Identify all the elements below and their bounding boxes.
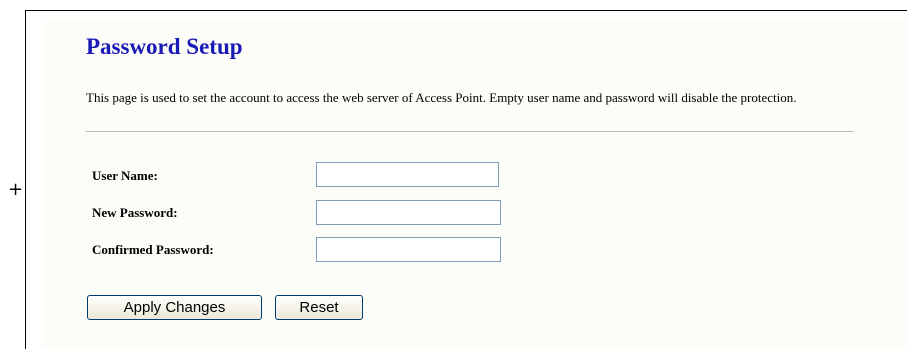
confirmed-password-label: Confirmed Password: (92, 242, 214, 257)
reset-button[interactable]: Reset (275, 295, 363, 320)
user-name-label: User Name: (92, 168, 158, 183)
section-divider (86, 131, 854, 132)
crosshair-cursor-icon: + (8, 179, 24, 200)
frame-top-border (25, 10, 907, 11)
new-password-label: New Password: (92, 205, 178, 220)
page-description: This page is used to set the account to … (86, 90, 797, 105)
frame-left-border (25, 10, 26, 349)
user-name-input[interactable] (316, 162, 499, 187)
new-password-input[interactable] (316, 200, 501, 225)
page-title: Password Setup (86, 34, 243, 59)
apply-changes-button[interactable]: Apply Changes (87, 295, 262, 320)
confirmed-password-input[interactable] (316, 237, 501, 262)
